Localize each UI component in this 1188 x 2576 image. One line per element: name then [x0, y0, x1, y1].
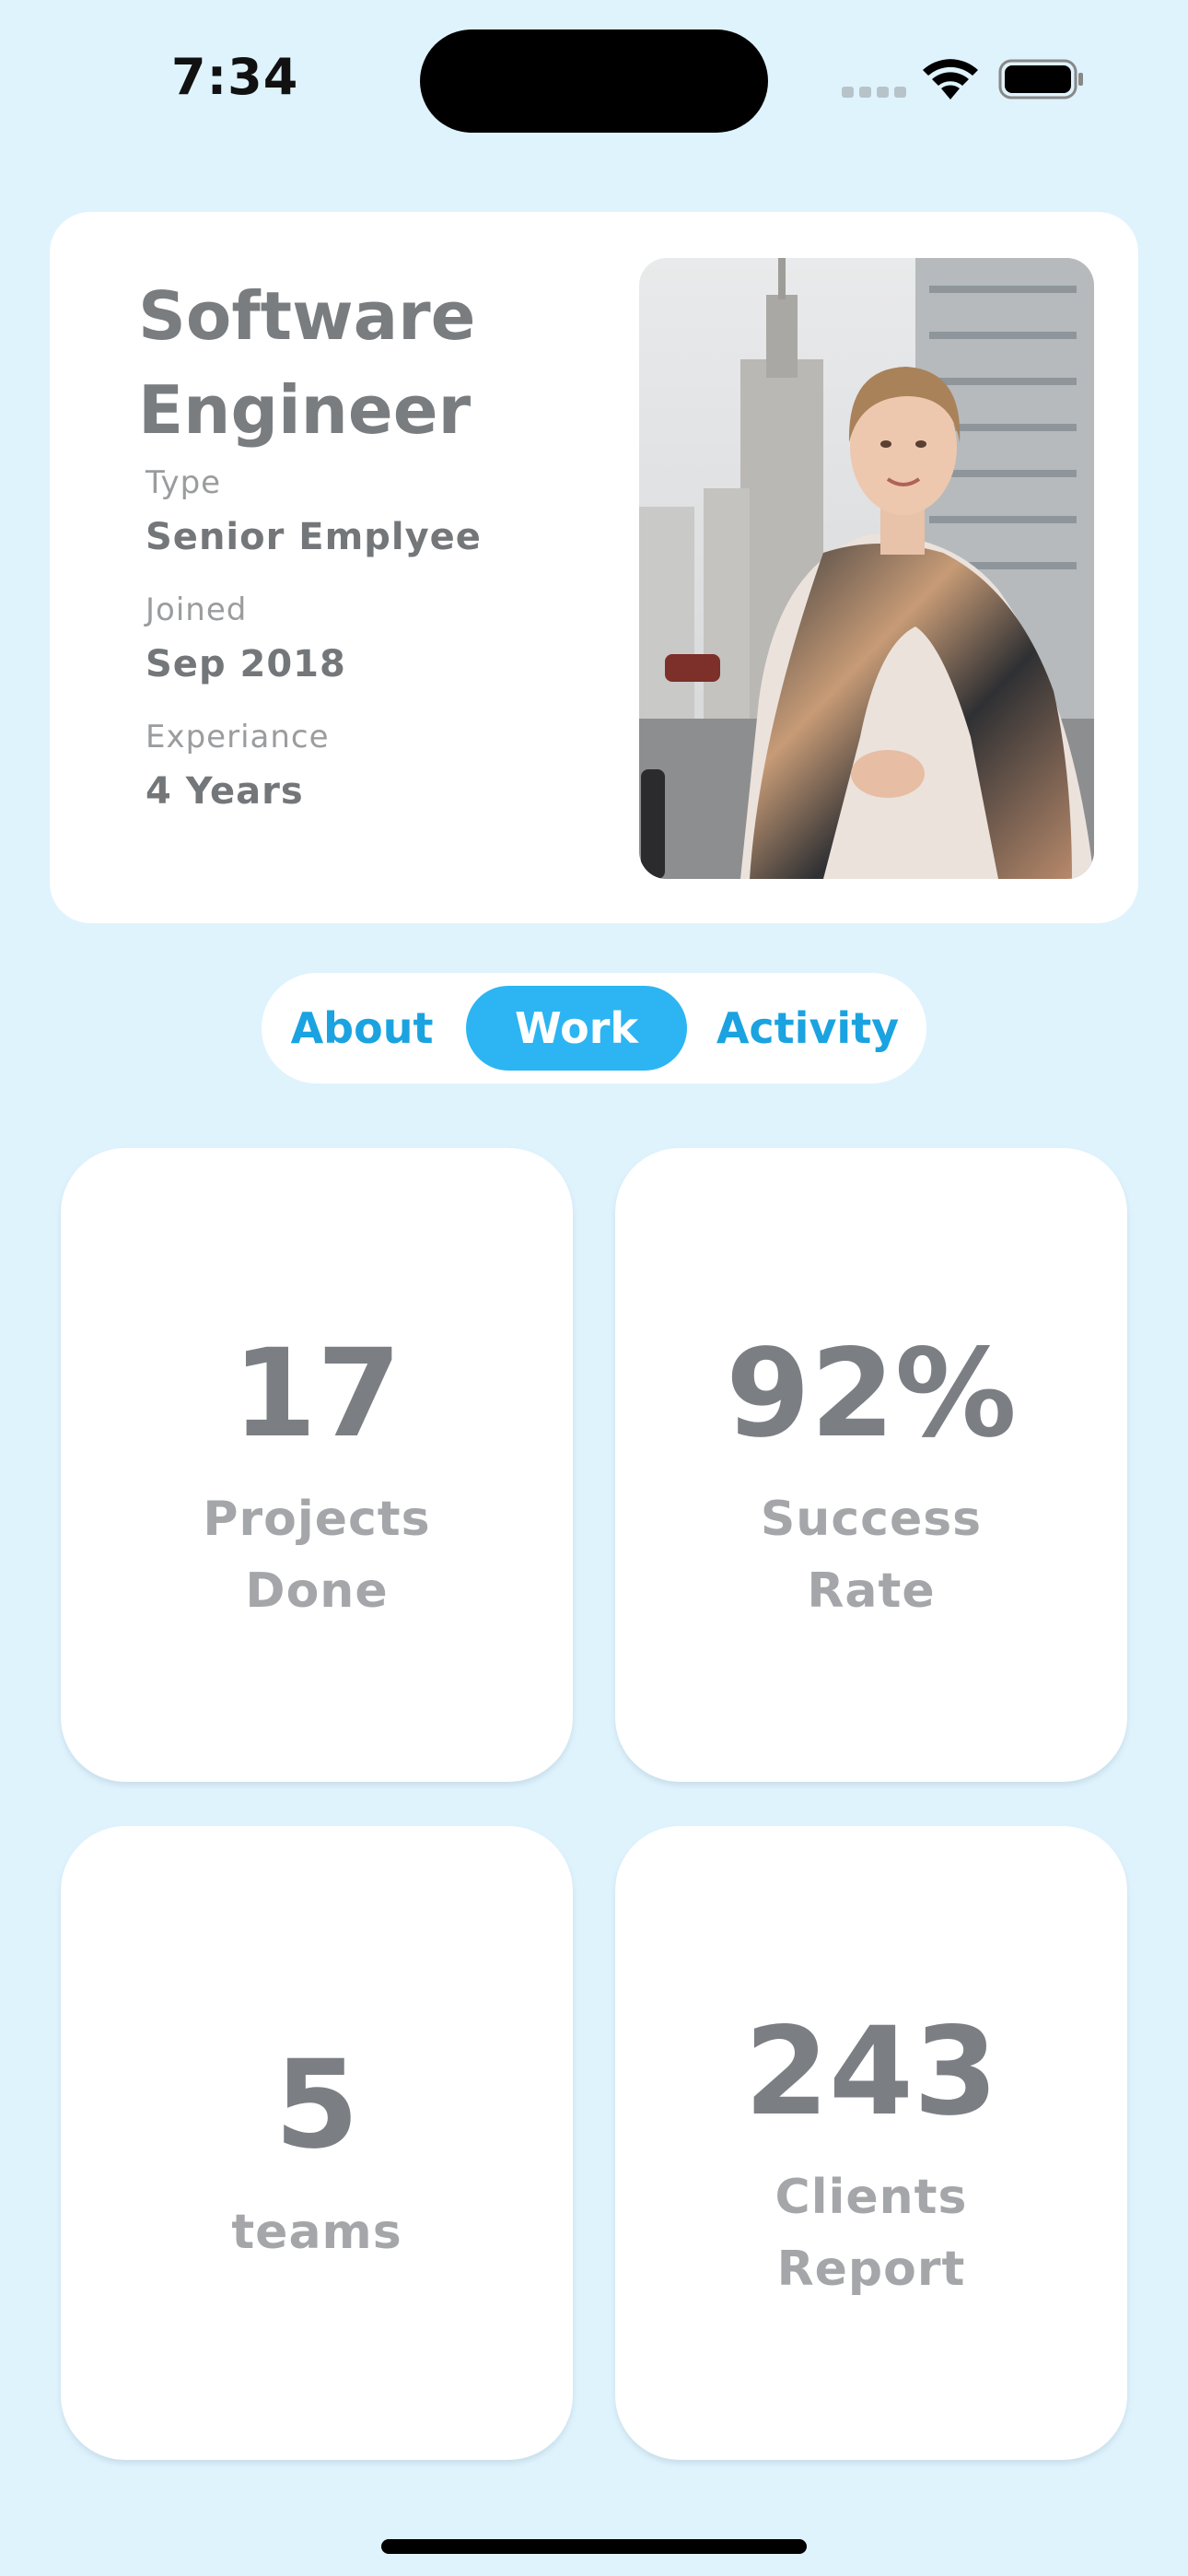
- stat-label: teams: [231, 2205, 402, 2260]
- battery-icon: [998, 59, 1083, 100]
- status-bar: 7:34: [0, 0, 1188, 147]
- type-label: Type: [146, 464, 222, 501]
- profile-photo: [639, 258, 1094, 879]
- stat-card-projects[interactable]: 17 Projects Done: [61, 1148, 573, 1782]
- tab-work[interactable]: Work: [466, 986, 687, 1071]
- stat-card-clients-report[interactable]: 243 Clients Report: [615, 1826, 1127, 2460]
- experience-label: Experiance: [146, 719, 330, 755]
- dynamic-island: [420, 29, 768, 133]
- job-title: Software Engineer: [138, 277, 476, 449]
- stat-label: Clients Report: [775, 2170, 968, 2297]
- tab-about[interactable]: About: [284, 986, 440, 1071]
- cellular-signal-icon: [842, 87, 906, 100]
- stat-value: 243: [744, 2001, 998, 2143]
- home-indicator[interactable]: [381, 2539, 807, 2554]
- stat-label: Success Rate: [760, 1492, 983, 1619]
- tab-bar: About Work Activity: [262, 973, 926, 1083]
- tab-activity[interactable]: Activity: [705, 986, 910, 1071]
- joined-value: Sep 2018: [146, 643, 346, 685]
- type-value: Senior Emplyee: [146, 516, 482, 558]
- stat-card-success-rate[interactable]: 92% Success Rate: [615, 1148, 1127, 1782]
- status-time: 7:34: [171, 48, 299, 106]
- joined-label: Joined: [146, 591, 248, 628]
- experience-value: 4 Years: [146, 770, 304, 813]
- profile-card: Software Engineer Type Senior Emplyee Jo…: [50, 212, 1138, 923]
- stat-value: 5: [274, 2034, 359, 2176]
- stat-value: 17: [232, 1323, 402, 1465]
- stat-value: 92%: [726, 1323, 1017, 1465]
- stat-card-teams[interactable]: 5 teams: [61, 1826, 573, 2460]
- wifi-icon: [923, 59, 978, 100]
- stat-label: Projects Done: [203, 1492, 431, 1619]
